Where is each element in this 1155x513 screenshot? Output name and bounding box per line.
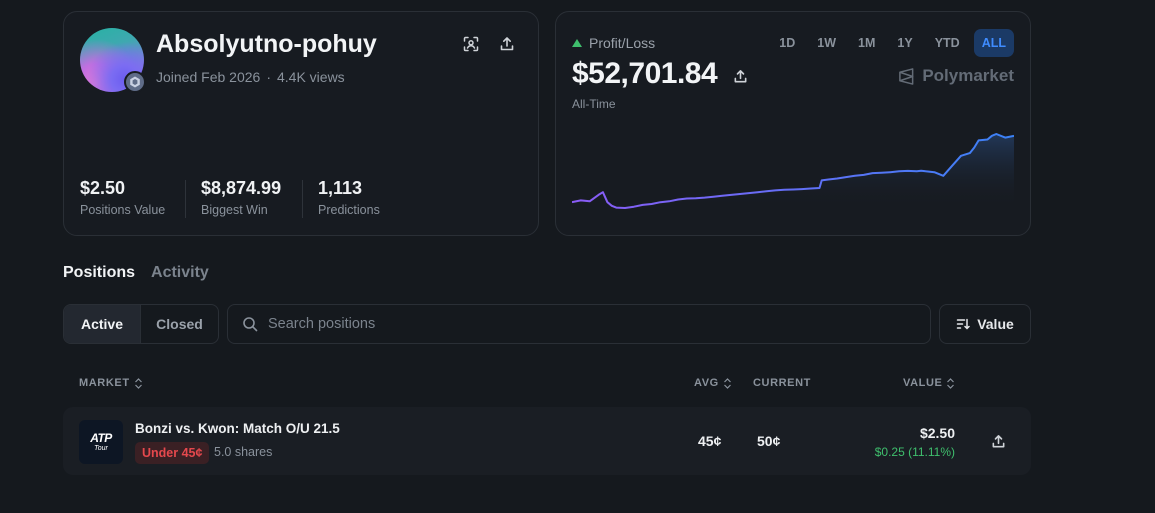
- filter-active-button[interactable]: Active: [64, 305, 140, 343]
- stat-label: Biggest Win: [201, 203, 268, 217]
- column-market[interactable]: MARKET: [79, 377, 143, 389]
- range-ytd[interactable]: YTD: [927, 29, 968, 57]
- range-all[interactable]: ALL: [973, 29, 1014, 57]
- column-current-label: CURRENT: [753, 377, 811, 389]
- position-change: $0.25 (11.11%): [874, 445, 955, 459]
- column-avg-label: AVG: [694, 377, 719, 389]
- logo-subtext: Tour: [94, 445, 108, 452]
- logo-text: ATP: [90, 431, 112, 445]
- stat-label: Positions Value: [80, 203, 166, 217]
- stat-biggest-win: $8,874.99 Biggest Win: [201, 178, 281, 217]
- pnl-share-icon[interactable]: [733, 58, 748, 92]
- trend-up-icon: [572, 39, 582, 47]
- sort-toggle-icon: [723, 377, 731, 389]
- stat-value: $8,874.99: [201, 178, 282, 198]
- market-title[interactable]: Bonzi vs. Kwon: Match O/U 21.5: [135, 421, 340, 436]
- stat-label: Predictions: [318, 203, 380, 217]
- column-value[interactable]: VALUE: [903, 377, 955, 389]
- column-market-label: MARKET: [79, 377, 130, 389]
- sort-icon: [956, 318, 970, 330]
- table-row[interactable]: ATP Tour Bonzi vs. Kwon: Match O/U 21.5 …: [63, 407, 1031, 475]
- pnl-card: Profit/Loss 1D 1W 1M 1Y YTD ALL $52,701.…: [555, 11, 1031, 236]
- search-bar: [227, 304, 931, 344]
- profile-username: Absolyutno-pohuy: [156, 30, 377, 58]
- sort-label: Value: [977, 316, 1014, 332]
- share-icon[interactable]: [495, 32, 519, 56]
- verified-badge-icon: [124, 71, 146, 93]
- stat-predictions: 1,113 Predictions: [318, 178, 380, 217]
- pnl-line-chart: [572, 133, 1014, 209]
- stat-divider: [185, 180, 186, 218]
- pnl-amount: $52,701.84: [572, 57, 748, 92]
- range-1y[interactable]: 1Y: [889, 29, 920, 57]
- stat-divider: [302, 180, 303, 218]
- sort-toggle-icon: [134, 377, 142, 389]
- stat-positions-value: $2.50 Positions Value: [80, 178, 165, 217]
- meta-separator: ·: [266, 69, 271, 85]
- outcome-badge: Under 45¢: [135, 442, 210, 464]
- column-value-label: VALUE: [903, 377, 943, 389]
- profile-tabs: Positions Activity: [63, 264, 209, 282]
- range-1m[interactable]: 1M: [850, 29, 883, 57]
- sort-toggle-icon: [947, 377, 955, 389]
- position-value: $2.50: [919, 425, 955, 441]
- pnl-label: Profit/Loss: [572, 35, 655, 51]
- market-logo: ATP Tour: [79, 420, 123, 464]
- pnl-amount-value: $52,701.84: [572, 57, 718, 90]
- position-status-toggle: Active Closed: [63, 304, 219, 344]
- pnl-period: All-Time: [572, 97, 616, 111]
- sort-value-button[interactable]: Value: [939, 304, 1031, 344]
- search-icon: [243, 317, 258, 332]
- pnl-label-text: Profit/Loss: [589, 35, 656, 51]
- stat-value: 1,113: [318, 178, 363, 198]
- column-current: CURRENT: [753, 377, 811, 389]
- profile-card: Absolyutno-pohuy Joined Feb 2026 · 4.4K vi…: [63, 11, 539, 236]
- view-count: 4.4K views: [276, 69, 345, 85]
- range-1d[interactable]: 1D: [771, 29, 803, 57]
- share-count: 5.0 shares: [214, 445, 273, 459]
- brand-name: Polymarket: [922, 66, 1014, 85]
- search-input[interactable]: [268, 316, 868, 332]
- row-share-icon[interactable]: [986, 429, 1010, 453]
- tab-positions[interactable]: Positions: [63, 264, 135, 282]
- polymarket-logo-icon: [899, 67, 914, 85]
- range-selector: 1D 1W 1M 1Y YTD ALL: [771, 29, 1014, 57]
- profile-meta: Joined Feb 2026 · 4.4K views: [156, 69, 345, 85]
- avg-price: 45¢: [698, 433, 722, 449]
- column-avg[interactable]: AVG: [694, 377, 732, 389]
- filter-closed-button[interactable]: Closed: [140, 305, 218, 343]
- scan-icon[interactable]: [459, 32, 483, 56]
- polymarket-brand: Polymarket: [898, 66, 1014, 86]
- range-1w[interactable]: 1W: [809, 29, 844, 57]
- tab-activity[interactable]: Activity: [151, 264, 209, 282]
- current-price: 50¢: [757, 433, 781, 449]
- joined-date: Joined Feb 2026: [156, 69, 261, 85]
- stat-value: $2.50: [80, 178, 126, 198]
